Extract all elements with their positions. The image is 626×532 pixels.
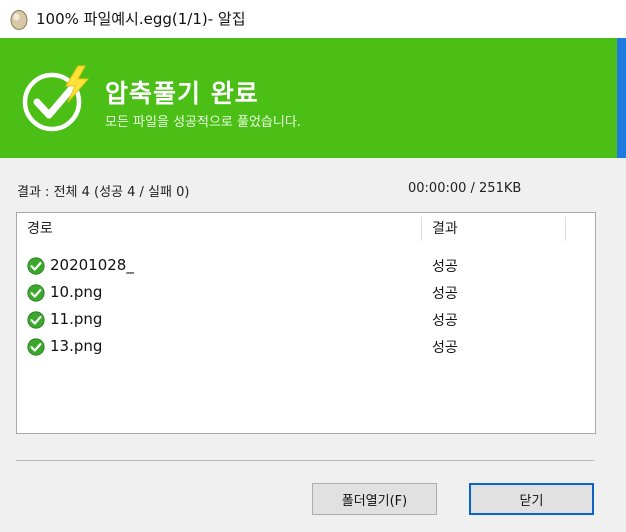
column-separator[interactable] [565,217,566,241]
success-check-icon [27,338,45,356]
list-header: 경로 결과 [17,213,595,245]
list-item[interactable]: 13.png 성공 [17,335,595,362]
list-rows: 20201028_ 성공 10.png 성공 11.png 성공 13.png … [17,254,595,362]
file-name: 11.png [50,310,103,328]
file-result: 성공 [432,286,458,302]
list-item[interactable]: 10.png 성공 [17,281,595,308]
file-name: 20201028_ [50,256,134,274]
completion-banner: 압축풀기 완료 모든 파일을 성공적으로 풀었습니다. [0,38,626,158]
banner-title: 압축풀기 완료 [105,79,259,108]
file-list[interactable]: 경로 결과 20201028_ 성공 10.png 성공 11.png 성공 1… [16,212,596,434]
list-item[interactable]: 11.png 성공 [17,308,595,335]
success-check-icon [27,284,45,302]
open-folder-button[interactable]: 폴더열기(F) [312,483,437,515]
divider [16,460,594,461]
close-button[interactable]: 닫기 [469,483,594,515]
column-header-result[interactable]: 결과 [432,213,458,245]
result-summary: 결과 : 전체 4 (성공 4 / 실패 0) [17,185,190,200]
file-name: 10.png [50,283,103,301]
success-check-icon [27,257,45,275]
file-result: 성공 [432,313,458,329]
success-lightning-check-icon [22,65,90,132]
file-name: 13.png [50,337,103,355]
column-header-path[interactable]: 경로 [27,213,53,245]
banner-subtitle: 모든 파일을 성공적으로 풀었습니다. [105,115,301,130]
column-separator[interactable] [421,217,422,241]
list-item[interactable]: 20201028_ 성공 [17,254,595,281]
alzip-app-icon [10,10,28,30]
time-size-summary: 00:00:00 / 251KB [408,181,522,196]
file-result: 성공 [432,340,458,356]
file-result: 성공 [432,259,458,275]
title-bar: 100% 파일예시.egg(1/1)- 알집 [0,0,626,38]
window-title: 100% 파일예시.egg(1/1)- 알집 [36,10,246,28]
banner-accent-strip [617,38,626,158]
success-check-icon [27,311,45,329]
